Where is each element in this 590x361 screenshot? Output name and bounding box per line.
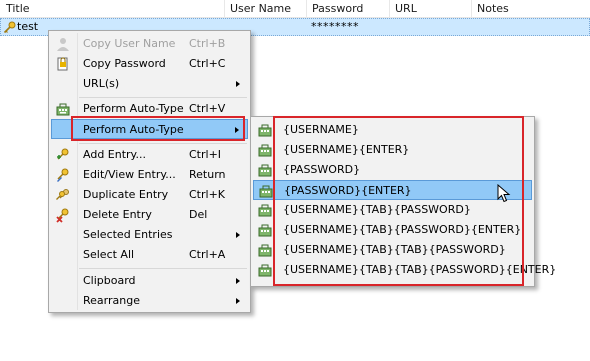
menu-item-selected-entries[interactable]: Selected Entries: [51, 225, 248, 245]
entry-password: ********: [311, 20, 359, 33]
menu-item-edit-view-entry[interactable]: Edit/View Entry... Return: [51, 165, 248, 185]
duplicate-entry-icon: [56, 189, 69, 200]
chevron-right-icon: [236, 278, 240, 284]
submenu-item-username-tab-password-enter[interactable]: {USERNAME}{TAB}{PASSWORD}{ENTER}: [253, 220, 532, 240]
menu-item-add-entry[interactable]: Add Entry... Ctrl+I: [51, 145, 248, 165]
chevron-right-icon: [236, 81, 240, 87]
entry-title: test: [17, 20, 39, 33]
chevron-right-icon: [236, 298, 240, 304]
mouse-cursor-icon: [497, 184, 511, 203]
delete-entry-icon: [56, 208, 69, 223]
copy-password-icon: [57, 57, 68, 71]
key-icon: [3, 21, 16, 34]
submenu-item-password[interactable]: {PASSWORD}: [253, 160, 532, 180]
edit-entry-icon: [57, 168, 69, 182]
auto-type-submenu: {USERNAME} {USERNAME}{ENTER} {PASSWORD} …: [250, 116, 556, 287]
auto-type-icon: [259, 185, 273, 198]
menu-item-copy-user-name[interactable]: Copy User Name Ctrl+B: [51, 34, 248, 54]
auto-type-icon: [258, 264, 272, 277]
auto-type-icon: [258, 204, 272, 217]
context-menu: Copy User Name Ctrl+B Copy Password Ctrl…: [48, 30, 251, 313]
auto-type-icon: [56, 103, 70, 116]
submenu-item-username-tab-tab-password[interactable]: {USERNAME}{TAB}{TAB}{PASSWORD}: [253, 240, 532, 260]
auto-type-icon: [258, 244, 272, 257]
chevron-right-icon: [235, 127, 239, 133]
column-username[interactable]: User Name: [224, 0, 291, 18]
column-url[interactable]: URL: [389, 0, 417, 18]
menu-item-duplicate-entry[interactable]: Duplicate Entry Ctrl+K: [51, 185, 248, 205]
menu-separator: [79, 97, 247, 98]
menu-item-perform-auto-type-submenu[interactable]: Perform Auto-Type: [51, 119, 248, 139]
chevron-right-icon: [236, 232, 240, 238]
submenu-item-password-enter[interactable]: {PASSWORD}{ENTER}: [253, 180, 532, 200]
menu-item-rearrange[interactable]: Rearrange: [51, 291, 248, 311]
submenu-item-username-tab-password[interactable]: {USERNAME}{TAB}{PASSWORD}: [253, 200, 532, 220]
submenu-item-username-enter[interactable]: {USERNAME}{ENTER}: [253, 140, 532, 160]
column-notes[interactable]: Notes: [471, 0, 509, 18]
submenu-item-username-tab-tab-password-enter[interactable]: {USERNAME}{TAB}{TAB}{PASSWORD}{ENTER}: [253, 260, 556, 280]
auto-type-icon: [258, 224, 272, 237]
column-title[interactable]: Title: [0, 0, 30, 18]
menu-item-select-all[interactable]: Select All Ctrl+A: [51, 245, 248, 265]
auto-type-icon: [258, 164, 272, 177]
menu-item-perform-auto-type[interactable]: Perform Auto-Type Ctrl+V: [51, 99, 248, 119]
column-password[interactable]: Password: [306, 0, 363, 18]
menu-item-copy-password[interactable]: Copy Password Ctrl+C: [51, 54, 248, 74]
copy-user-icon: [57, 38, 69, 51]
menu-separator: [79, 143, 247, 144]
menu-separator: [79, 268, 247, 269]
auto-type-icon: [258, 144, 272, 157]
auto-type-icon: [258, 124, 272, 137]
menu-item-clipboard[interactable]: Clipboard: [51, 271, 248, 291]
column-header: Title User Name Password URL Notes: [0, 0, 590, 18]
menu-item-urls[interactable]: URL(s): [51, 74, 248, 94]
add-entry-icon: [57, 148, 69, 160]
menu-item-delete-entry[interactable]: Delete Entry Del: [51, 205, 248, 225]
submenu-item-username[interactable]: {USERNAME}: [253, 120, 532, 140]
